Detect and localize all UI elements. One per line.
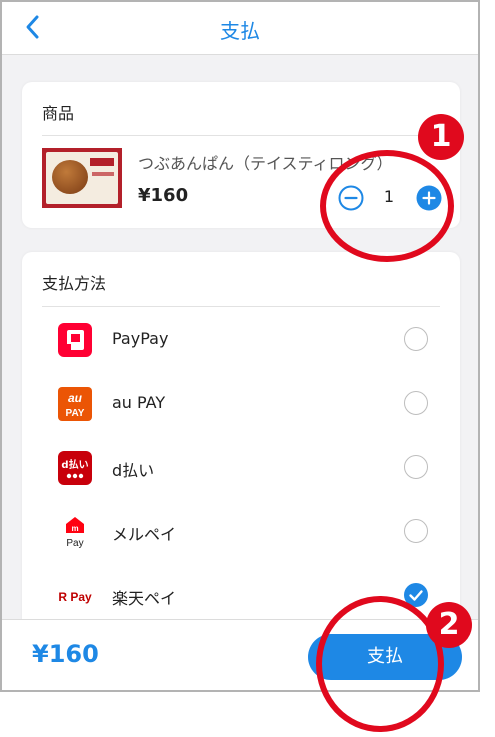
product-price: ¥160: [138, 185, 189, 206]
rakutenpay-icon: R Pay: [58, 579, 92, 613]
payment-name: d払い: [112, 461, 155, 480]
payment-option-aupay[interactable]: au PAY au PAY: [22, 375, 460, 431]
radio-button[interactable]: [404, 391, 428, 415]
product-image: [42, 148, 122, 208]
product-section-label: 商品: [42, 104, 75, 123]
total-amount: ¥160: [32, 640, 99, 668]
divider: [42, 306, 440, 307]
dbarai-icon-text: d払い: [61, 458, 88, 471]
payment-section-label: 支払方法: [42, 274, 107, 293]
payment-name: PayPay: [112, 329, 169, 348]
payment-name: 楽天ペイ: [112, 589, 177, 608]
payment-name: au PAY: [112, 393, 166, 412]
aupay-icon-text-top: au: [68, 391, 83, 405]
annotation-badge-1: 1: [418, 114, 464, 160]
radio-button[interactable]: [404, 327, 428, 351]
payment-option-merpay[interactable]: m Pay メルペイ: [22, 503, 460, 559]
radio-button[interactable]: [404, 455, 428, 479]
dbarai-icon: d払い: [58, 451, 92, 485]
payment-name: メルペイ: [112, 525, 177, 544]
svg-text:m: m: [71, 524, 78, 533]
payment-option-paypay[interactable]: PayPay: [22, 311, 460, 367]
annotation-ring-1: [320, 150, 454, 262]
rakutenpay-icon-text: R Pay: [58, 590, 92, 604]
aupay-icon-text-bottom: PAY: [66, 408, 85, 419]
header-bar: 支払: [2, 2, 478, 55]
merpay-icon-text: Pay: [66, 538, 83, 549]
aupay-icon: au PAY: [58, 387, 92, 421]
page-title: 支払: [220, 19, 260, 43]
divider: [42, 135, 440, 136]
annotation-badge-2: 2: [426, 602, 472, 648]
payment-method-card: 支払方法 PayPay au PAY au PAY d払い d払い m Pay …: [22, 252, 460, 632]
annotation-ring-2: [316, 596, 444, 732]
app-screen: 支払 商品 つぶあんぱん（テイスティロング） ¥160 1 支払方法 PayPa…: [0, 0, 480, 692]
paypay-icon: [58, 323, 92, 357]
merpay-icon: m Pay: [58, 515, 92, 549]
radio-button[interactable]: [404, 519, 428, 543]
payment-option-dbarai[interactable]: d払い d払い: [22, 439, 460, 495]
